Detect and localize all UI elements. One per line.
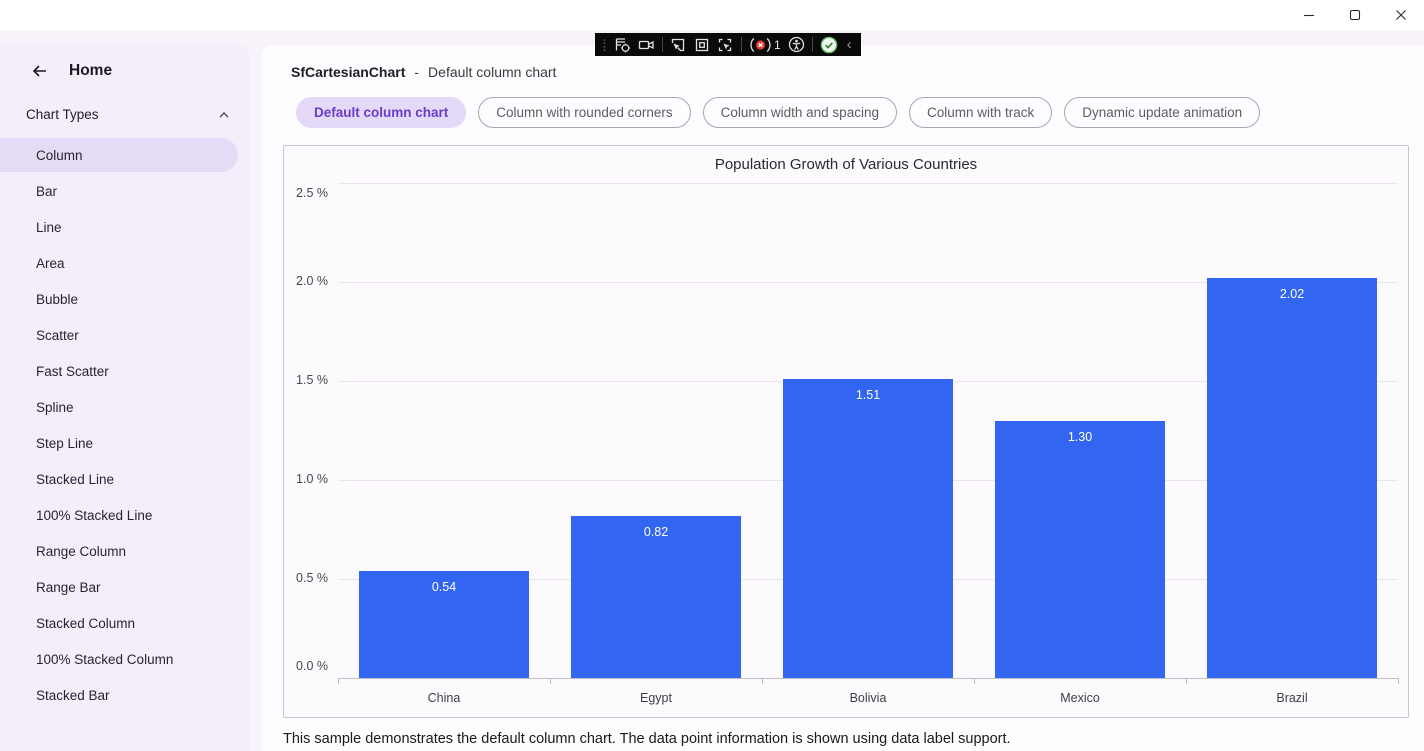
sidebar-item-bar[interactable]: Bar — [0, 174, 238, 208]
tab-default-column-chart[interactable]: Default column chart — [296, 97, 467, 128]
maximize-icon — [1349, 9, 1361, 21]
maximize-button[interactable] — [1332, 0, 1378, 30]
x-axis-tick — [762, 678, 763, 684]
accessibility-icon[interactable] — [788, 33, 805, 56]
gridline — [338, 183, 1398, 184]
sidebar-item-area[interactable]: Area — [0, 246, 238, 280]
toolbar-separator — [811, 37, 813, 52]
cursor-frame-icon[interactable] — [717, 33, 734, 56]
capture-toolbar: 1 ‹ — [595, 33, 861, 56]
sidebar-item-stacked-column[interactable]: Stacked Column — [0, 606, 238, 640]
chart-types-label: Chart Types — [26, 107, 99, 122]
x-axis-category-label: Egypt — [640, 691, 672, 705]
chart-card: Population Growth of Various Countries 2… — [283, 145, 1409, 718]
record-issues-count: 1 — [774, 37, 781, 52]
sidebar-item-100-stacked-line[interactable]: 100% Stacked Line — [0, 498, 238, 532]
y-axis-tick-label: 1.5 % — [296, 373, 328, 387]
check-status-icon[interactable] — [820, 33, 838, 56]
window-titlebar — [0, 0, 1424, 30]
sidebar-item-step-line[interactable]: Step Line — [0, 426, 238, 460]
tab-dynamic-update-animation[interactable]: Dynamic update animation — [1064, 97, 1261, 128]
y-axis-tick-label: 0.5 % — [296, 571, 328, 585]
y-axis-tick-label: 2.0 % — [296, 274, 328, 288]
x-axis-tick — [1186, 678, 1187, 684]
bar-data-label: 0.82 — [643, 525, 669, 539]
frame-inspect-icon[interactable] — [694, 33, 710, 56]
sidebar-header: Home — [30, 62, 112, 80]
x-axis-tick — [550, 678, 551, 684]
sample-description: This sample demonstrates the default col… — [283, 731, 1011, 747]
sidebar-item-100-stacked-column[interactable]: 100% Stacked Column — [0, 642, 238, 676]
main-content: SfCartesianChart - Default column chart … — [262, 45, 1424, 751]
sidebar-item-bubble[interactable]: Bubble — [0, 282, 238, 316]
sidebar-item-column[interactable]: Column — [0, 138, 238, 172]
chart-types-section-header[interactable]: Chart Types — [26, 107, 230, 122]
toolbar-separator — [662, 37, 663, 52]
close-button[interactable] — [1378, 0, 1424, 30]
close-icon — [1395, 9, 1407, 21]
sidebar: Home Chart Types Column Bar Line Area Bubble… — [0, 45, 250, 751]
y-axis-tick-label: 0.0 % — [296, 659, 328, 673]
bar-brazil[interactable] — [1207, 278, 1377, 678]
bar-data-label: 2.02 — [1279, 287, 1305, 301]
sidebar-item-stacked-line[interactable]: Stacked Line — [0, 462, 238, 496]
breadcrumb-sample-name: Default column chart — [428, 64, 557, 80]
grip-icon[interactable] — [602, 33, 607, 56]
record-issues-badge[interactable]: 1 — [749, 33, 781, 56]
sidebar-item-line[interactable]: Line — [0, 210, 238, 244]
sidebar-item-fast-scatter[interactable]: Fast Scatter — [0, 354, 238, 388]
chart-title: Population Growth of Various Countries — [714, 156, 978, 173]
element-target-icon[interactable] — [614, 33, 631, 56]
x-axis-tick — [338, 678, 339, 684]
bar-data-label: 1.51 — [855, 388, 881, 402]
bar-bolivia[interactable] — [783, 379, 953, 678]
minimize-button[interactable] — [1286, 0, 1332, 30]
y-axis-tick-label: 1.0 % — [296, 472, 328, 486]
sidebar-item-range-bar[interactable]: Range Bar — [0, 570, 238, 604]
chevron-up-icon — [218, 110, 230, 120]
minimize-icon — [1303, 9, 1315, 21]
sidebar-item-scatter[interactable]: Scatter — [0, 318, 238, 352]
camera-icon[interactable] — [638, 33, 655, 56]
x-axis-category-label: Bolivia — [849, 691, 887, 705]
x-axis-tick — [974, 678, 975, 684]
breadcrumb: SfCartesianChart - Default column chart — [291, 64, 556, 80]
bar-data-label: 0.54 — [431, 580, 457, 594]
breadcrumb-control-name: SfCartesianChart — [291, 64, 406, 80]
y-axis-tick-label: 2.5 % — [296, 186, 328, 200]
bar-data-label: 1.30 — [1067, 430, 1093, 444]
sample-variant-tabs: Default column chart Column with rounded … — [296, 97, 1261, 128]
bar-mexico[interactable] — [995, 421, 1165, 678]
bar-egypt[interactable] — [571, 516, 741, 678]
x-axis-tick — [1398, 678, 1399, 684]
toolbar-separator — [741, 37, 742, 52]
back-arrow-icon[interactable] — [30, 62, 48, 80]
x-axis-category-label: China — [427, 691, 461, 705]
x-axis-line — [338, 678, 1398, 679]
sidebar-item-spline[interactable]: Spline — [0, 390, 238, 424]
chart-types-list: Column Bar Line Area Bubble Scatter Fast Scatt… — [0, 136, 250, 714]
tab-column-width-and-spacing[interactable]: Column width and spacing — [702, 97, 897, 128]
tab-column-with-track[interactable]: Column with track — [908, 97, 1053, 128]
sidebar-item-stacked-bar[interactable]: Stacked Bar — [0, 678, 238, 712]
home-title: Home — [69, 62, 113, 79]
cursor-select-icon[interactable] — [670, 33, 687, 56]
x-axis-category-label: Mexico — [1060, 691, 1100, 705]
x-axis-category-label: Brazil — [1276, 691, 1308, 705]
collapse-chevron-icon[interactable]: ‹ — [845, 33, 854, 56]
sidebar-item-range-column[interactable]: Range Column — [0, 534, 238, 568]
window-controls — [1286, 0, 1424, 30]
tab-column-with-rounded-corners[interactable]: Column with rounded corners — [478, 97, 691, 128]
breadcrumb-separator: - — [414, 64, 420, 80]
